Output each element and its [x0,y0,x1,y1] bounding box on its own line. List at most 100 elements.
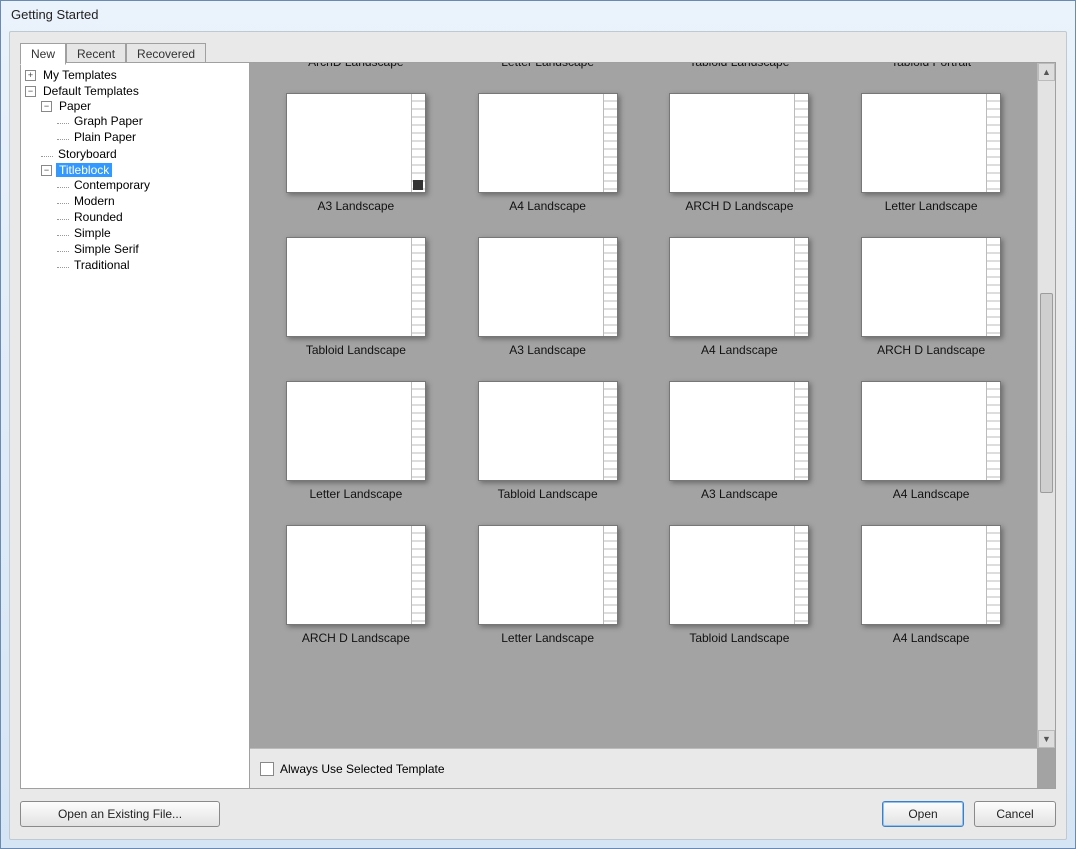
template-tree: + My Templates − Default Templates [20,62,250,789]
template-thumbnail [286,381,426,481]
template-caption: ArchD Landscape [308,63,403,69]
template-item[interactable]: A3 Landscape [654,381,826,501]
collapse-icon[interactable]: − [25,86,36,97]
tree-my-templates[interactable]: + My Templates [25,68,247,82]
template-caption: A3 Landscape [509,343,586,357]
template-item[interactable]: Tabloid Landscape [654,63,826,69]
template-thumbnail [669,237,809,337]
template-thumbnail [861,93,1001,193]
tab-panel-new: + My Templates − Default Templates [20,62,1056,789]
template-thumbnail [861,381,1001,481]
button-row: Open an Existing File... Open Cancel [20,799,1056,829]
always-use-label: Always Use Selected Template [280,762,445,776]
template-item[interactable]: Letter Landscape [462,63,634,69]
template-item[interactable]: Letter Landscape [845,93,1017,213]
template-item[interactable]: A4 Landscape [845,381,1017,501]
collapse-icon[interactable]: − [41,101,52,112]
template-thumbnail [478,237,618,337]
template-caption: A3 Landscape [701,487,778,501]
template-caption: Tabloid Landscape [689,63,789,69]
template-item[interactable]: Tabloid Portrait [845,63,1017,69]
template-thumbnail [669,525,809,625]
tree-storyboard[interactable]: Storyboard [41,147,247,161]
template-item[interactable]: ARCH D Landscape [654,93,826,213]
scroll-down-icon[interactable]: ▼ [1038,730,1055,748]
template-caption: A4 Landscape [893,631,970,645]
template-item[interactable]: Tabloid Landscape [462,381,634,501]
tree-label: Plain Paper [71,130,139,144]
template-caption: Letter Landscape [885,199,978,213]
template-thumbnail [478,381,618,481]
template-item[interactable]: Tabloid Landscape [270,237,442,357]
template-item[interactable]: A4 Landscape [654,237,826,357]
window-title: Getting Started [1,1,1075,29]
tree-label: Modern [71,194,118,208]
template-item[interactable]: ARCH D Landscape [845,237,1017,357]
template-item[interactable]: A3 Landscape [270,93,442,213]
scroll-thumb[interactable] [1040,293,1053,493]
tree-label: Graph Paper [71,114,146,128]
tree-label: Contemporary [71,178,153,192]
scroll-up-icon[interactable]: ▲ [1038,63,1055,81]
collapse-icon[interactable]: − [41,165,52,176]
open-existing-button[interactable]: Open an Existing File... [20,801,220,827]
template-thumbnail [286,237,426,337]
template-thumbnail [861,237,1001,337]
tree-simple-serif[interactable]: Simple Serif [57,242,247,256]
cancel-button[interactable]: Cancel [974,801,1056,827]
dialog-body: New Recent Recovered + My Templates [9,31,1067,840]
template-caption: Letter Landscape [501,63,594,69]
tree-label: Default Templates [40,84,142,98]
tree-label-selected: Titleblock [56,163,112,177]
gallery-footer: Always Use Selected Template [250,748,1037,788]
tree-paper[interactable]: − Paper [41,99,247,113]
template-caption: Letter Landscape [501,631,594,645]
template-caption: ARCH D Landscape [302,631,410,645]
template-item[interactable]: A4 Landscape [462,93,634,213]
tab-new[interactable]: New [20,43,66,65]
template-thumbnail [669,381,809,481]
tree-label: Simple [71,226,114,240]
always-use-checkbox[interactable] [260,762,274,776]
tree-plain-paper[interactable]: Plain Paper [57,130,247,144]
tree-contemporary[interactable]: Contemporary [57,178,247,192]
template-thumbnail [478,93,618,193]
tree-label: Paper [56,99,94,113]
expand-icon[interactable]: + [25,70,36,81]
tree-label: Rounded [71,210,126,224]
tree-rounded[interactable]: Rounded [57,210,247,224]
tree-simple[interactable]: Simple [57,226,247,240]
tree-label: My Templates [40,68,120,82]
template-thumbnail [669,93,809,193]
template-thumbnail [286,93,426,193]
template-caption: ARCH D Landscape [877,343,985,357]
tabstrip: New Recent Recovered [20,42,206,64]
template-caption: A4 Landscape [509,199,586,213]
template-item[interactable]: ARCH D Landscape [270,525,442,645]
tree-label: Storyboard [55,147,120,161]
template-caption: Letter Landscape [310,487,403,501]
template-item[interactable]: A3 Landscape [462,237,634,357]
template-caption: A4 Landscape [893,487,970,501]
template-thumbnail [478,525,618,625]
template-item[interactable]: A4 Landscape [845,525,1017,645]
tree-graph-paper[interactable]: Graph Paper [57,114,247,128]
open-button[interactable]: Open [882,801,964,827]
template-item[interactable]: Letter Landscape [270,381,442,501]
template-caption: A3 Landscape [318,199,395,213]
template-item[interactable]: Letter Landscape [462,525,634,645]
tree-modern[interactable]: Modern [57,194,247,208]
tree-traditional[interactable]: Traditional [57,258,247,272]
getting-started-window: Getting Started New Recent Recovered + M… [0,0,1076,849]
template-item[interactable]: ArchD Landscape [270,63,442,69]
template-caption: Tabloid Portrait [891,63,971,69]
template-item[interactable]: Tabloid Landscape [654,525,826,645]
template-thumbnail [861,525,1001,625]
template-gallery: ArchD Landscape Letter Landscape Tabloid L… [250,62,1056,789]
tree-label: Simple Serif [71,242,142,256]
tree-titleblock[interactable]: − Titleblock [41,163,247,177]
template-caption: Tabloid Landscape [689,631,789,645]
gallery-scroll[interactable]: ArchD Landscape Letter Landscape Tabloid L… [250,63,1037,748]
tree-default-templates[interactable]: − Default Templates [25,84,247,98]
vertical-scrollbar[interactable]: ▲ ▼ [1037,63,1055,748]
